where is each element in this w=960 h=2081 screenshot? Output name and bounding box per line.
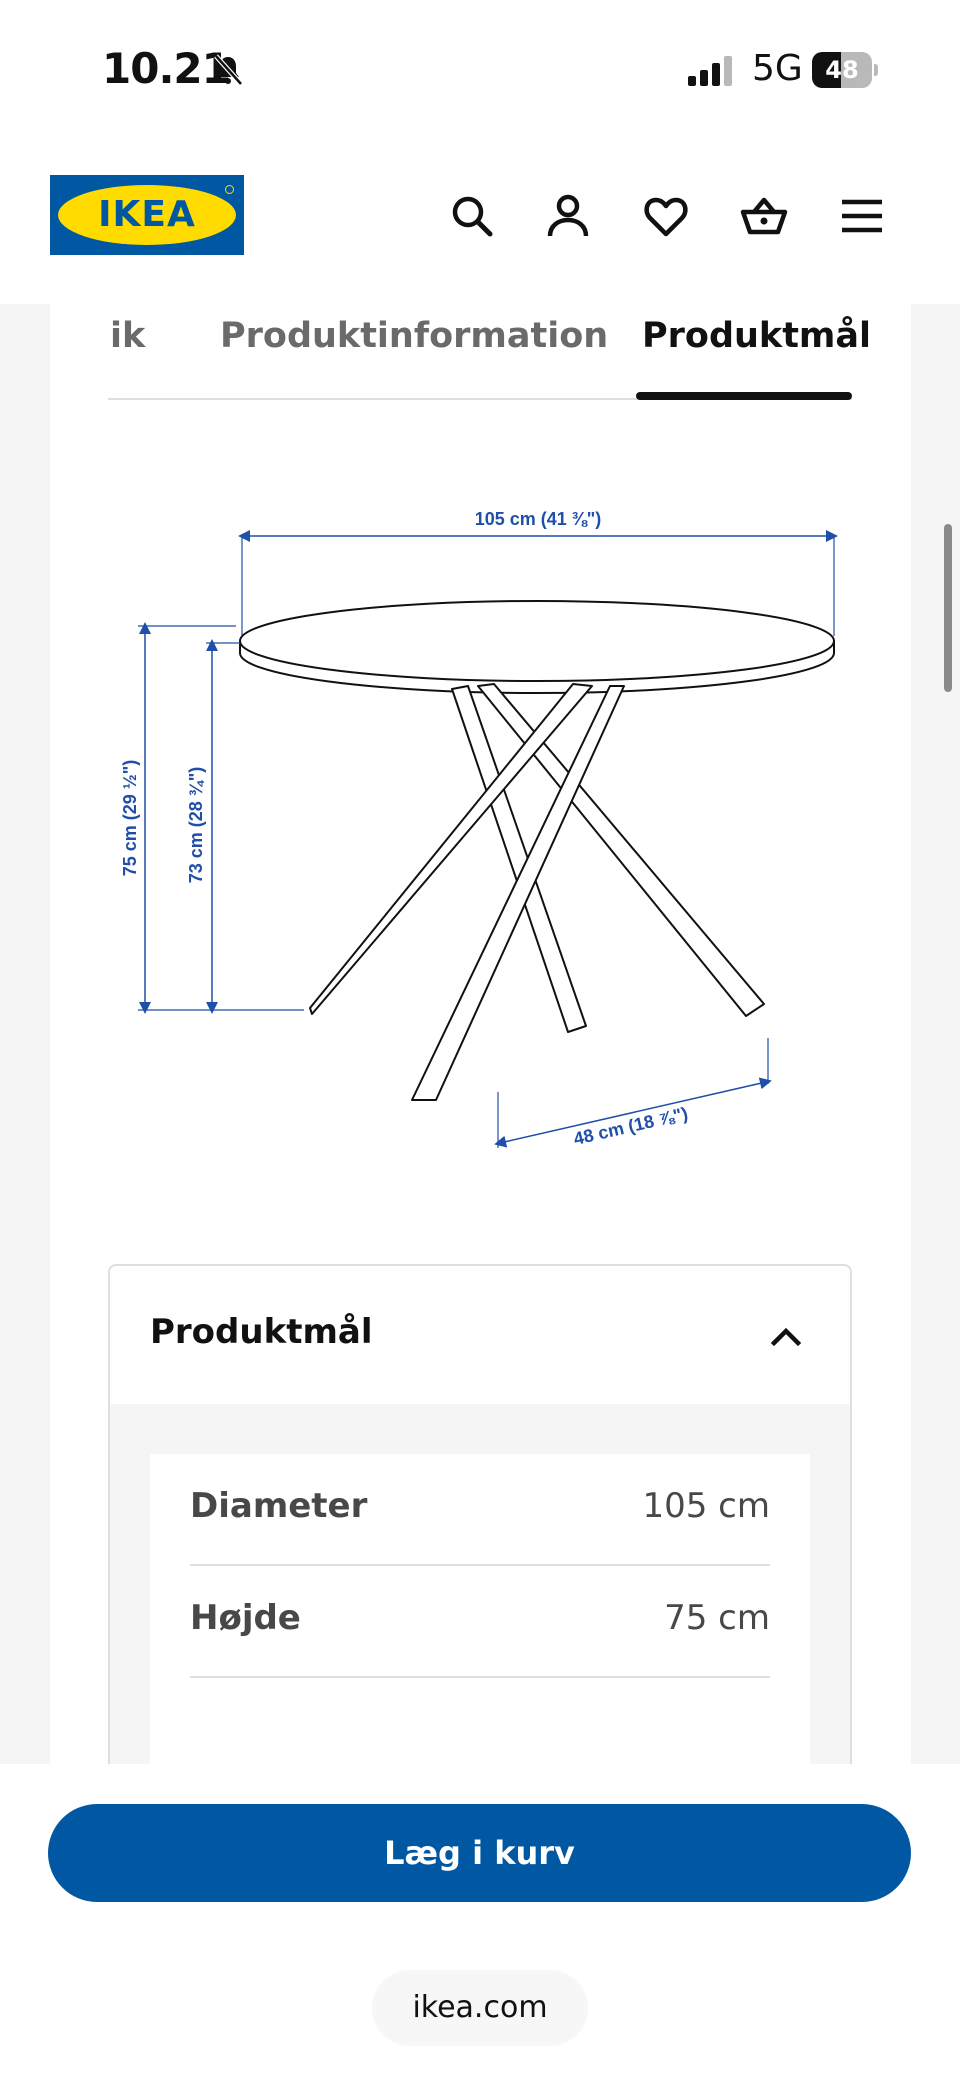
network-type: 5G [752, 48, 803, 89]
dimensions-accordion: Produktmål Diameter 105 cm Højde 75 cm [108, 1264, 852, 1784]
accordion-body: Diameter 105 cm Højde 75 cm [110, 1404, 850, 1782]
add-to-cart-button[interactable]: Læg i kurv [48, 1804, 911, 1902]
table-top [239, 600, 835, 694]
chevron-up-icon[interactable] [766, 1316, 806, 1356]
bottom-bar: Læg i kurv ikea.com [0, 1764, 960, 2081]
active-tab-indicator [636, 392, 852, 400]
dimension-row: Højde 75 cm [190, 1566, 770, 1678]
dimensions-table: Diameter 105 cm Højde 75 cm [150, 1454, 810, 1782]
site-header: IKEA [0, 140, 960, 304]
dimension-value: 105 cm [642, 1486, 770, 1526]
tab-produktinformation[interactable]: Produktinformation [220, 304, 608, 400]
product-tabs: ik Produktinformation Produktmål [108, 304, 871, 400]
leg-span-dimension: 48 cm (18 ⅞") [494, 1038, 772, 1149]
width-label: 105 cm (41 ⅜") [475, 509, 602, 529]
ikea-logo[interactable]: IKEA [50, 175, 244, 255]
height-under-label: 73 cm (28 ¾") [186, 767, 206, 884]
dimension-row: Diameter 105 cm [190, 1454, 770, 1566]
url-bar[interactable]: ikea.com [372, 1970, 588, 2046]
search-icon[interactable] [448, 192, 496, 240]
tab-produktmaal[interactable]: Produktmål [642, 304, 871, 400]
battery-level: 48 [825, 56, 859, 84]
bell-muted-icon [214, 54, 243, 86]
tab-partial[interactable]: ik [110, 304, 145, 400]
signal-icon [688, 56, 732, 86]
scrollbar-thumb[interactable] [944, 524, 952, 692]
heart-icon[interactable] [642, 192, 690, 240]
menu-icon[interactable] [838, 192, 886, 240]
account-icon[interactable] [544, 192, 592, 240]
height-label: 75 cm (29 ½") [120, 760, 140, 877]
table-legs [309, 683, 765, 1101]
accordion-header[interactable]: Produktmål [110, 1266, 850, 1404]
cart-icon[interactable] [740, 192, 788, 240]
battery-indicator: 48 [812, 52, 878, 88]
status-bar: 10.21 5G 48 [0, 0, 960, 140]
leg-span-label: 48 cm (18 ⅞") [572, 1103, 690, 1149]
logo-text: IKEA [98, 194, 196, 235]
dimension-label: Højde [190, 1598, 301, 1638]
accordion-title: Produktmål [150, 1312, 373, 1352]
dimension-value: 75 cm [664, 1598, 770, 1638]
dimension-label: Diameter [190, 1486, 368, 1526]
dimension-drawing: 105 cm (41 ⅜") 75 cm (29 ½") 73 cm (28 ¾… [120, 509, 838, 1149]
height-under-dimension: 73 cm (28 ¾") [186, 639, 240, 1014]
